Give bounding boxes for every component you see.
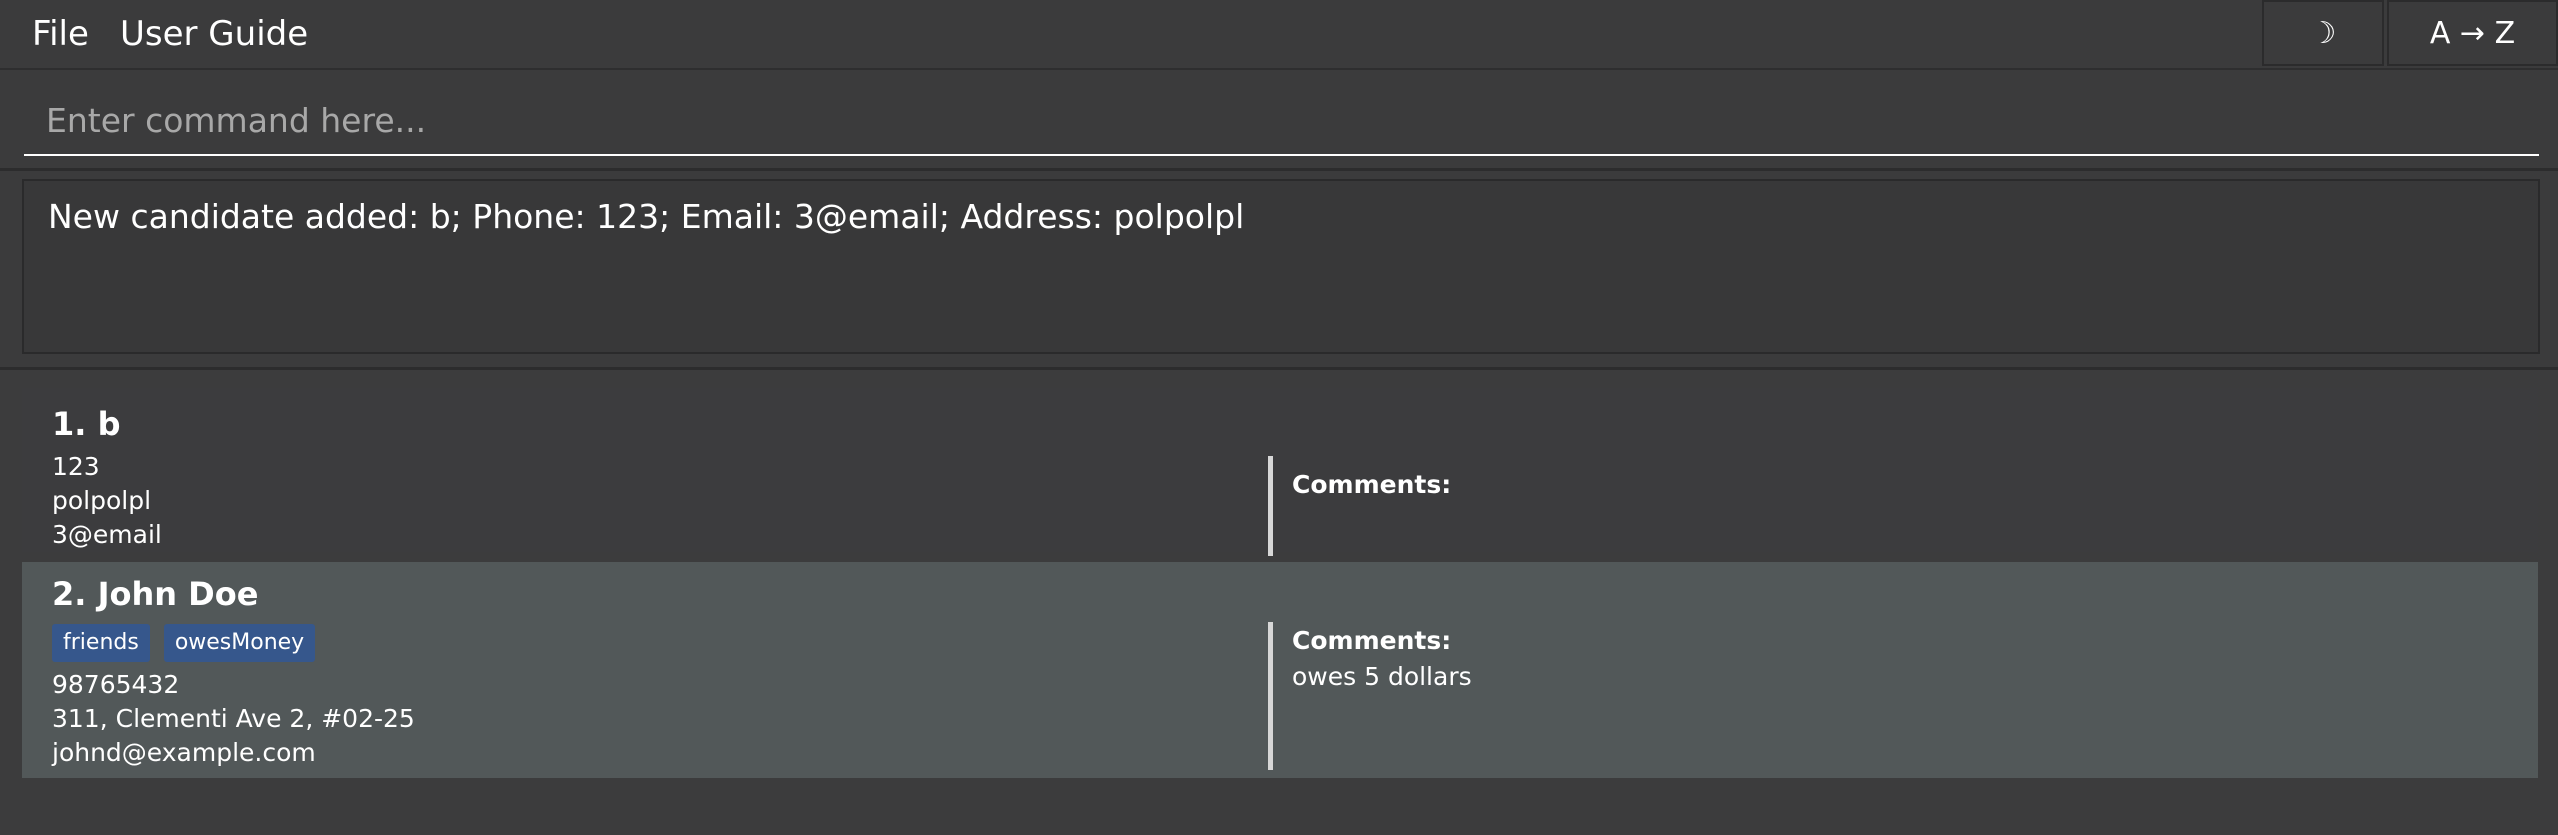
comments-text: owes 5 dollars [1292,662,1472,691]
candidate-email: 3@email [52,520,162,549]
candidate-card[interactable]: 1. b 123 polpolpl 3@email Comments: [22,388,2538,556]
comments-label: Comments: [1292,470,1452,499]
candidate-list[interactable]: 1. b 123 polpolpl 3@email Comments: 2. J… [0,370,2558,835]
tag-badge: owesMoney [163,624,316,662]
theme-toggle-button[interactable]: ☽ [2262,0,2384,66]
card-divider [1268,622,1273,770]
result-display: New candidate added: b; Phone: 123; Emai… [22,179,2540,354]
tag-badge: friends [52,624,150,662]
candidate-card-selected[interactable]: 2. John Doe friends owesMoney 98765432 3… [22,562,2538,778]
command-panel [0,70,2558,171]
candidate-address: 311, Clementi Ave 2, #02-25 [52,704,415,733]
menu-bar: File User Guide ☽ A → Z [0,0,2558,70]
app-window: File User Guide ☽ A → Z New candidate ad… [0,0,2558,835]
candidate-phone: 98765432 [52,670,180,699]
candidate-phone: 123 [52,452,100,481]
comments-label: Comments: [1292,626,1452,655]
candidate-name: 1. b [52,405,121,443]
card-divider [1268,456,1273,556]
candidate-email: johnd@example.com [52,738,316,767]
tag-list: friends owesMoney [52,624,316,662]
moon-icon: ☽ [2309,15,2337,51]
candidate-name: 2. John Doe [52,575,259,613]
sort-button[interactable]: A → Z [2387,0,2558,66]
result-panel: New candidate added: b; Phone: 123; Emai… [0,171,2558,370]
menu-file[interactable]: File [32,12,89,56]
command-input[interactable] [24,86,2539,156]
menu-user-guide[interactable]: User Guide [120,12,308,56]
candidate-address: polpolpl [52,486,152,515]
result-message: New candidate added: b; Phone: 123; Emai… [48,197,1245,236]
